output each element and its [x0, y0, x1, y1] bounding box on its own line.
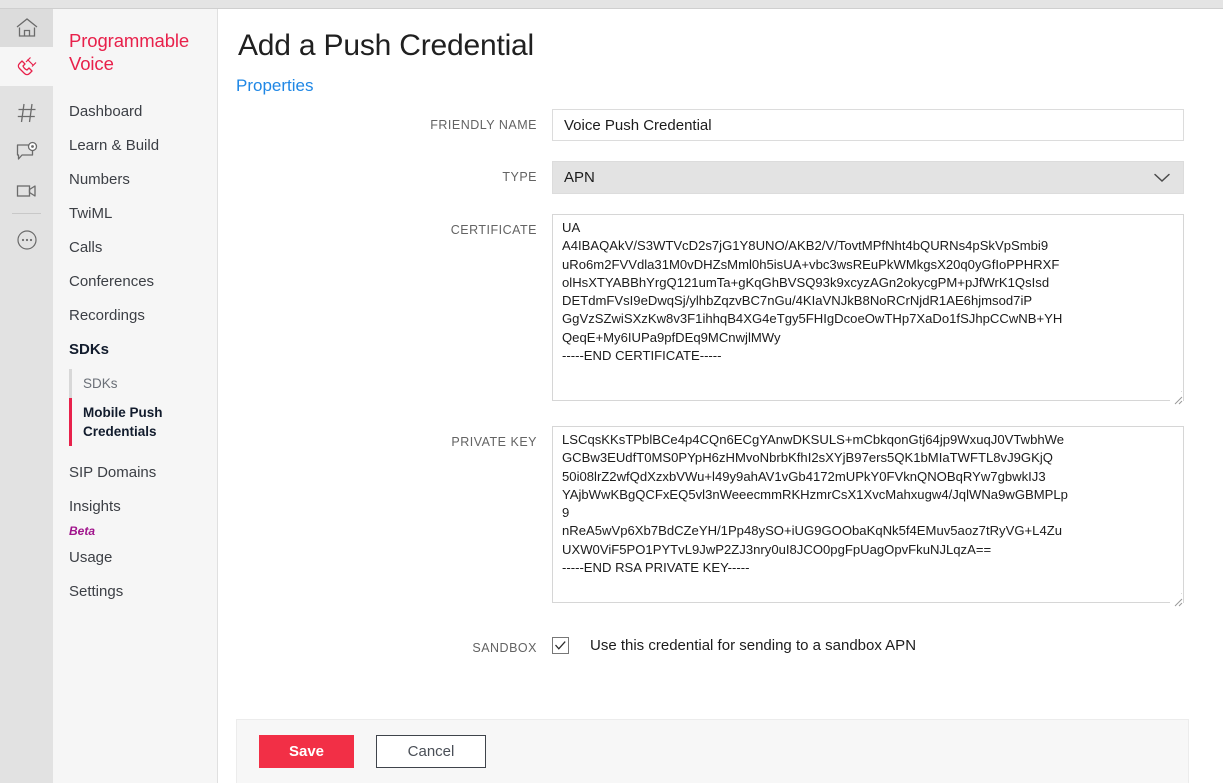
- more-icon: [15, 228, 39, 252]
- rail-divider: [12, 213, 41, 214]
- type-select-wrap: APN: [552, 161, 1184, 194]
- sidebar-item-recordings[interactable]: Recordings: [53, 299, 217, 333]
- sidebar-item-numbers[interactable]: Numbers: [53, 163, 217, 197]
- video-icon: [15, 181, 39, 201]
- sidebar-item-calls[interactable]: Calls: [53, 231, 217, 265]
- rail-item-home[interactable]: [0, 9, 53, 47]
- product-icon-rail: [0, 9, 53, 783]
- private-key-textarea-wrap: [552, 426, 1184, 608]
- sidebar-product-title[interactable]: Programmable Voice: [53, 29, 217, 75]
- certificate-textarea-wrap: [552, 214, 1184, 406]
- friendly-name-label: FRIENDLY NAME: [430, 118, 537, 132]
- rail-item-video[interactable]: [0, 171, 53, 210]
- sidebar-subnav: SDKs Mobile Push Credentials: [53, 369, 217, 446]
- sidebar-item-sip-domains[interactable]: SIP Domains: [53, 456, 217, 490]
- type-field-wrap: APN: [552, 161, 1223, 194]
- certificate-field-wrap: [552, 214, 1223, 406]
- check-icon: [555, 641, 566, 650]
- save-button[interactable]: Save: [259, 735, 354, 768]
- form-row-type: TYPE APN: [219, 161, 1223, 194]
- phone-icon: [14, 54, 40, 80]
- friendly-name-field-wrap: [552, 109, 1223, 141]
- rail-spacer-1: [0, 86, 53, 93]
- sidebar-item-twiml[interactable]: TwiML: [53, 197, 217, 231]
- sidebar-item-dashboard[interactable]: Dashboard: [53, 95, 217, 129]
- top-bar: [0, 0, 1223, 9]
- page-title: Add a Push Credential: [238, 29, 534, 62]
- sandbox-check-line: Use this credential for sending to a san…: [552, 632, 1223, 654]
- sidebar-item-learn-build[interactable]: Learn & Build: [53, 129, 217, 163]
- sandbox-checkbox-label[interactable]: Use this credential for sending to a san…: [590, 637, 916, 654]
- properties-tab-link[interactable]: Properties: [219, 63, 313, 96]
- hash-icon: [15, 101, 39, 125]
- sidebar-insights-beta-badge: Beta: [69, 524, 96, 538]
- sandbox-field-wrap: Use this credential for sending to a san…: [552, 632, 1223, 654]
- type-label: TYPE: [502, 170, 537, 184]
- rail-item-voice[interactable]: [0, 47, 53, 86]
- private-key-label: PRIVATE KEY: [451, 435, 537, 449]
- cancel-button[interactable]: Cancel: [376, 735, 486, 768]
- sidebar-subitem-sdks[interactable]: SDKs: [69, 369, 217, 398]
- rail-item-chat[interactable]: [0, 132, 53, 171]
- sidebar-subitem-mobile-push-credentials[interactable]: Mobile Push Credentials: [69, 398, 217, 446]
- sidebar-item-sdks[interactable]: SDKs: [53, 333, 217, 367]
- sidebar-item-usage[interactable]: Usage: [53, 541, 217, 575]
- form-row-friendly-name: FRIENDLY NAME: [219, 109, 1223, 141]
- certificate-label: CERTIFICATE: [450, 223, 537, 237]
- rail-item-numbers[interactable]: [0, 93, 53, 132]
- sidebar-item-settings[interactable]: Settings: [53, 575, 217, 609]
- push-credential-form: FRIENDLY NAME TYPE APN: [219, 96, 1223, 655]
- app-root: Programmable Voice Dashboard Learn & Bui…: [0, 0, 1223, 783]
- form-row-sandbox: SANDBOX Use this credential for sending …: [219, 632, 1223, 655]
- form-actions-bar: Save Cancel: [236, 719, 1189, 783]
- private-key-textarea[interactable]: [552, 426, 1184, 603]
- form-row-private-key: PRIVATE KEY: [219, 426, 1223, 608]
- home-icon: [15, 17, 39, 39]
- type-select[interactable]: APN: [552, 161, 1184, 194]
- form-row-certificate: CERTIFICATE: [219, 214, 1223, 406]
- private-key-field-wrap: [552, 426, 1223, 608]
- rail-item-more[interactable]: [0, 220, 53, 259]
- sandbox-checkbox[interactable]: [552, 637, 569, 654]
- main-content: Add a Push Credential Properties FRIENDL…: [219, 9, 1223, 783]
- sidebar-item-insights[interactable]: Insights: [53, 490, 217, 524]
- sidebar-nav: Programmable Voice Dashboard Learn & Bui…: [53, 9, 218, 783]
- certificate-textarea[interactable]: [552, 214, 1184, 401]
- sidebar-item-conferences[interactable]: Conferences: [53, 265, 217, 299]
- friendly-name-input[interactable]: [552, 109, 1184, 141]
- sandbox-label: SANDBOX: [472, 641, 537, 655]
- chat-icon: [15, 141, 39, 163]
